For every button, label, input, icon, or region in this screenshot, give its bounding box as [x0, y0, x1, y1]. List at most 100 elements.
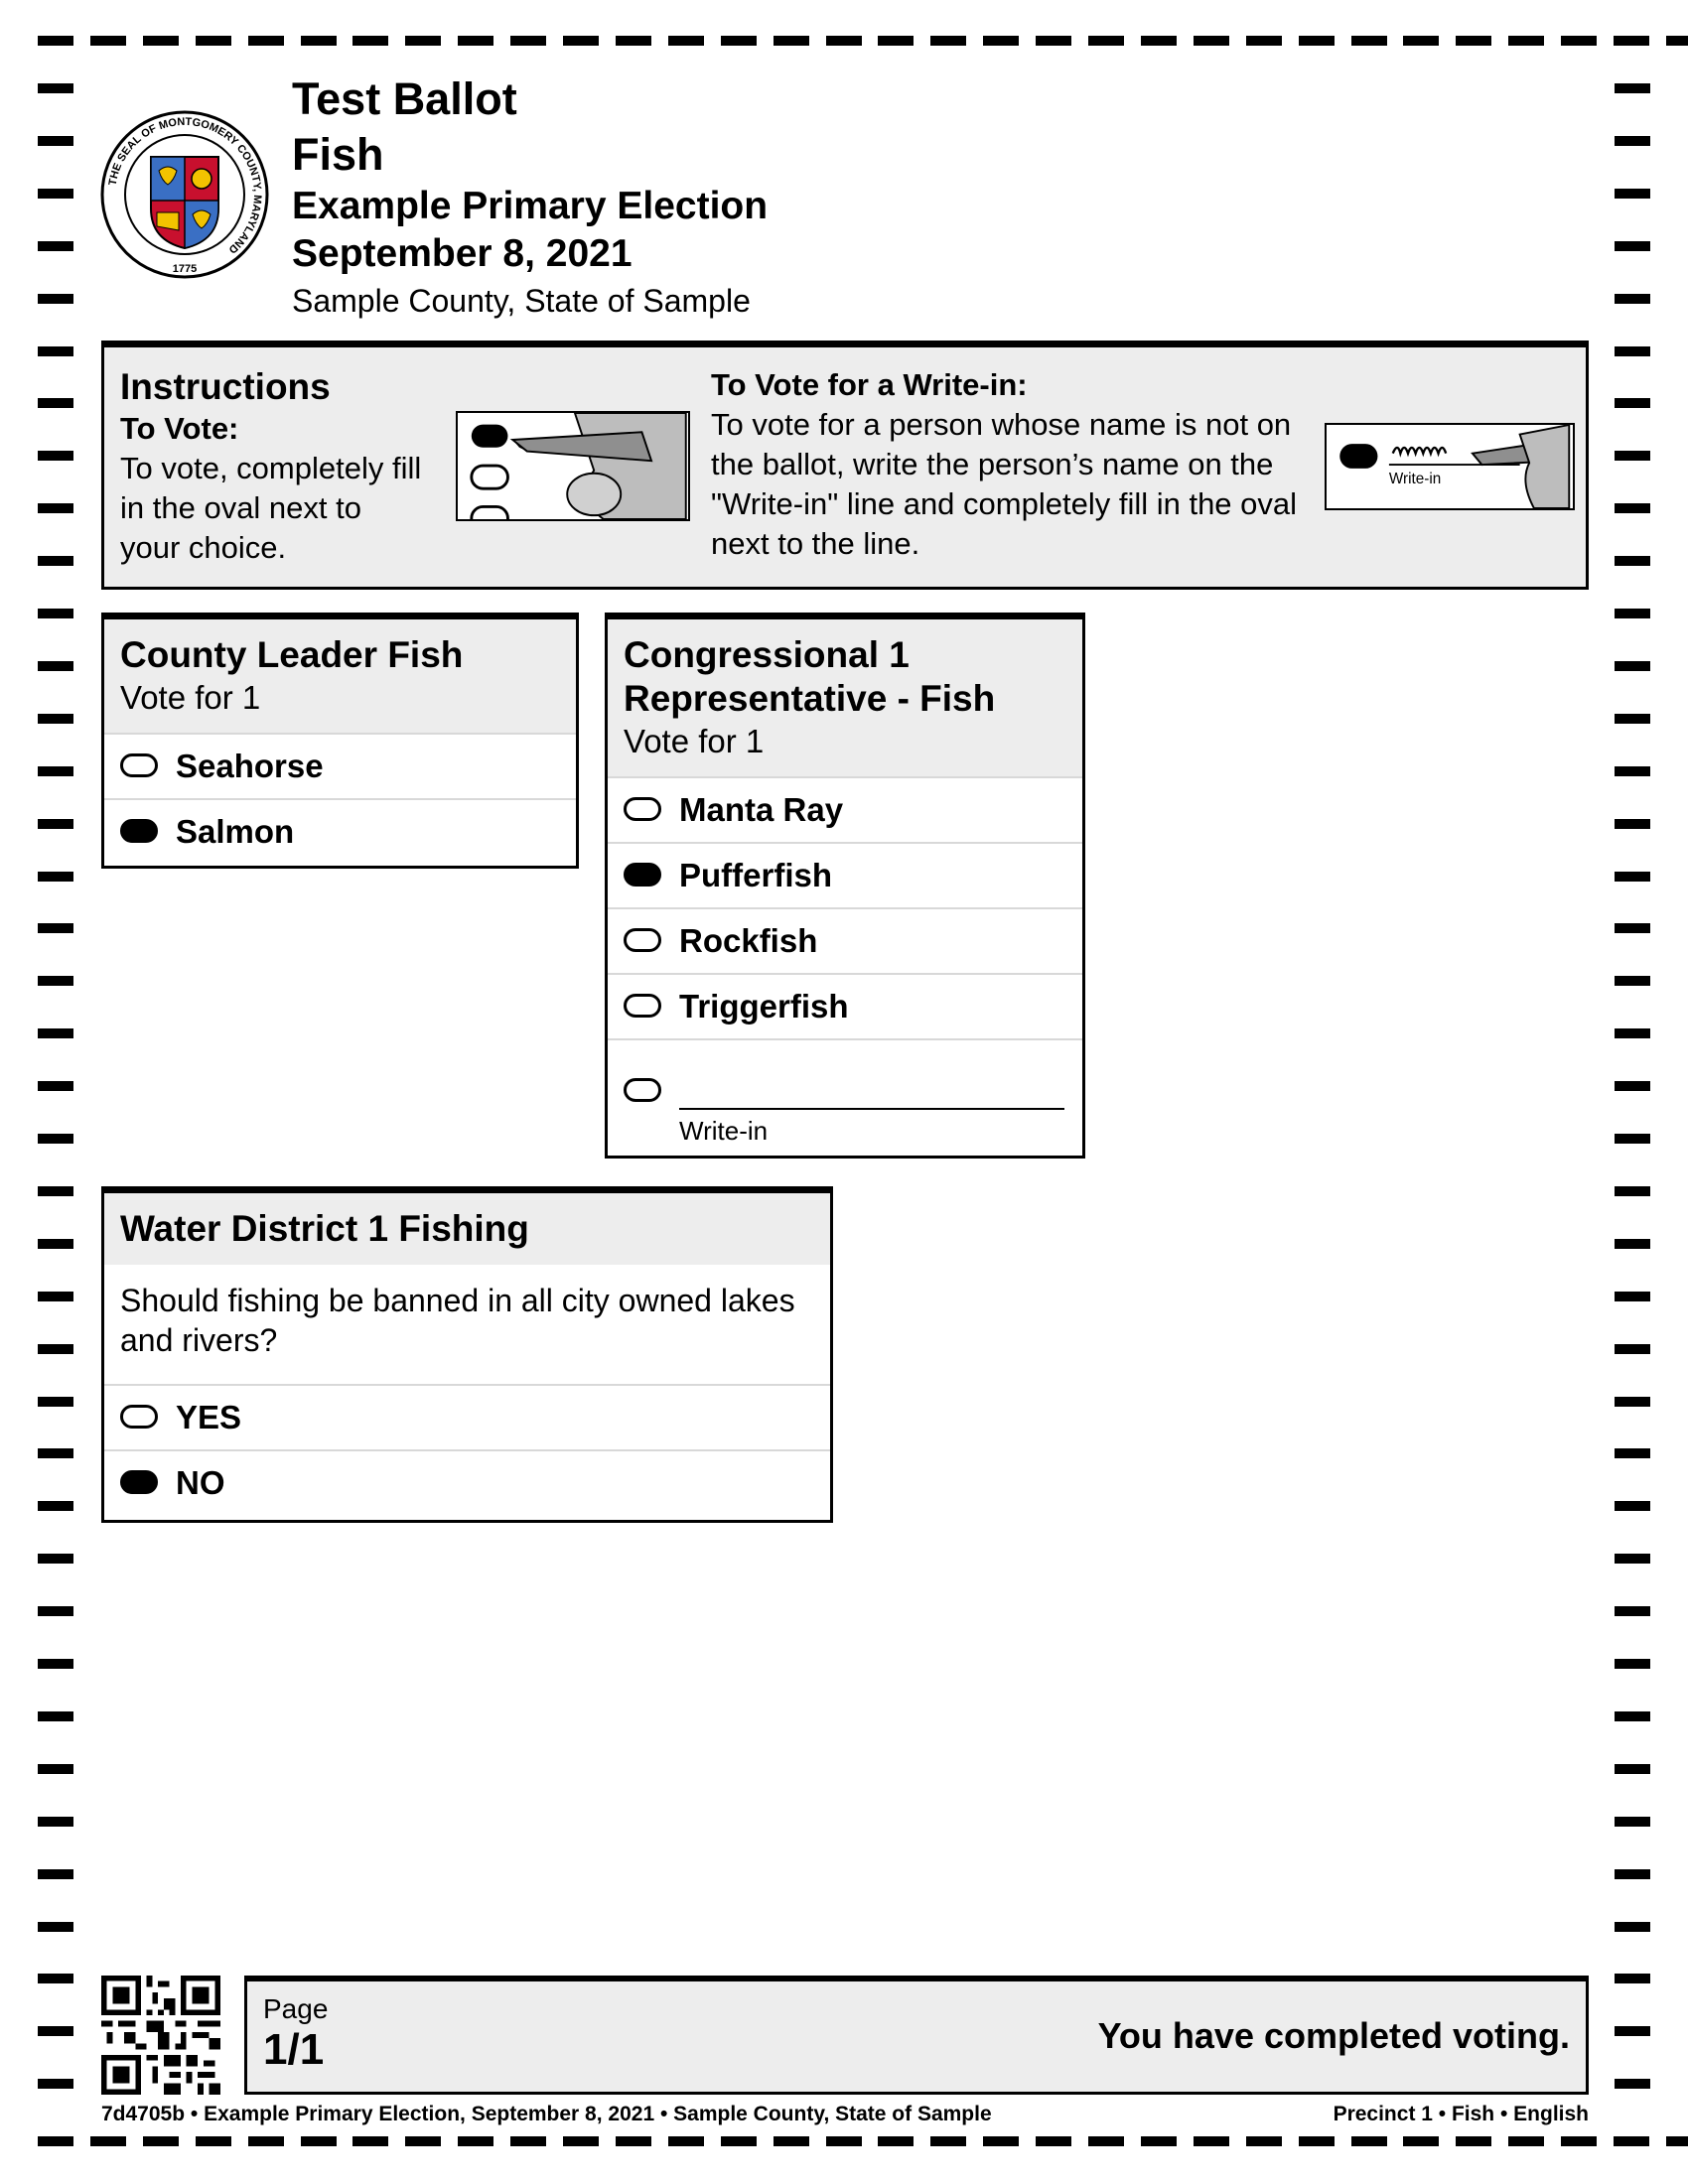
vote-oval[interactable] — [120, 753, 158, 777]
timing-mark — [1508, 2136, 1545, 2146]
timing-mark — [38, 556, 73, 567]
timing-mark — [38, 1868, 73, 1879]
timing-mark — [1036, 2136, 1072, 2146]
timing-mark — [667, 2136, 704, 2146]
write-in-line[interactable] — [679, 1108, 1064, 1110]
timing-mark — [1615, 1238, 1650, 1249]
candidate-option-rockfish[interactable]: Rockfish — [608, 907, 1082, 973]
timing-mark — [38, 609, 73, 618]
jurisdiction: Sample County, State of Sample — [292, 283, 751, 319]
candidate-option-manta-ray[interactable]: Manta Ray — [608, 776, 1082, 842]
option-no[interactable]: NO — [104, 1449, 830, 1515]
write-in-option[interactable]: Write-in — [608, 1038, 1082, 1152]
contest-congressional: Congressional 1 Representative - Fish Vo… — [605, 613, 1085, 1159]
timing-mark — [615, 36, 651, 46]
contest-title: Water District 1 Fishing — [120, 1208, 529, 1249]
page-number: 1/1 — [263, 2025, 325, 2074]
timing-mark — [38, 398, 73, 409]
candidate-option-pufferfish[interactable]: Pufferfish — [608, 842, 1082, 907]
timing-mark — [300, 2136, 337, 2146]
vote-oval[interactable] — [624, 928, 661, 952]
timing-mark — [1245, 2136, 1282, 2146]
timing-mark — [563, 36, 599, 46]
timing-mark — [38, 1816, 73, 1827]
timing-mark — [1614, 2136, 1649, 2146]
timing-mark — [38, 1448, 73, 1459]
vote-oval[interactable] — [624, 994, 661, 1018]
timing-mark — [1245, 36, 1282, 46]
timing-mark — [1615, 1134, 1650, 1144]
timing-mark — [38, 1606, 73, 1617]
ballot-question-text: Should fishing be banned in all city own… — [104, 1265, 830, 1386]
timing-mark — [1615, 398, 1650, 409]
contest-title: Congressional 1 — [624, 634, 910, 675]
vote-oval[interactable] — [624, 797, 661, 821]
timing-mark — [1615, 345, 1650, 356]
timing-mark — [1615, 976, 1650, 987]
timing-mark — [38, 1554, 73, 1565]
timing-mark — [38, 1134, 73, 1144]
timing-mark — [1615, 1868, 1650, 1879]
timing-mark — [1615, 1028, 1650, 1039]
candidate-name: Manta Ray — [679, 791, 844, 828]
contest-water-district: Water District 1 Fishing Should fishing … — [101, 1186, 833, 1523]
timing-mark — [1615, 1710, 1650, 1721]
ballot-party: Fish — [292, 129, 384, 180]
timing-mark — [1615, 713, 1650, 724]
timing-mark — [38, 1238, 73, 1249]
timing-mark — [38, 135, 73, 146]
timing-mark — [1298, 2136, 1335, 2146]
timing-mark — [930, 36, 967, 46]
vote-oval[interactable] — [120, 819, 158, 843]
candidate-option-seahorse[interactable]: Seahorse — [104, 733, 576, 798]
timing-mark — [38, 871, 73, 882]
option-yes[interactable]: YES — [104, 1386, 830, 1449]
timing-mark — [38, 1501, 73, 1512]
timing-mark — [1088, 2136, 1124, 2146]
candidate-option-triggerfish[interactable]: Triggerfish — [608, 973, 1082, 1038]
timing-mark — [930, 2136, 967, 2146]
timing-mark — [38, 2026, 73, 2037]
timing-mark — [1193, 36, 1229, 46]
timing-mark — [352, 2136, 389, 2146]
timing-mark — [1615, 1081, 1650, 1092]
county-seal-logo: THE SEAL OF MONTGOMERY COUNTY, MARYLAND … — [100, 110, 269, 279]
timing-mark — [38, 293, 73, 304]
timing-mark — [773, 36, 809, 46]
vote-oval[interactable] — [624, 863, 661, 887]
timing-mark — [38, 1974, 73, 1984]
timing-mark — [825, 2136, 862, 2146]
vote-oval[interactable] — [120, 1405, 158, 1429]
timing-mark — [38, 765, 73, 776]
timing-mark — [38, 713, 73, 724]
timing-mark — [1561, 2136, 1598, 2146]
ballot-metadata-right: Precinct 1 • Fish • English — [1333, 2103, 1589, 2125]
timing-mark — [38, 976, 73, 987]
contest-county-leader: County Leader Fish Vote for 1 Seahorse S… — [101, 613, 579, 869]
timing-mark — [458, 2136, 494, 2146]
timing-mark — [458, 36, 494, 46]
vote-oval[interactable] — [120, 1470, 158, 1494]
write-in-text: To vote for a person whose name is not o… — [711, 407, 1298, 561]
timing-mark — [1615, 1185, 1650, 1196]
candidate-name: Pufferfish — [679, 857, 833, 893]
timing-mark — [38, 503, 73, 514]
vote-oval[interactable] — [624, 1078, 661, 1102]
timing-mark — [1615, 1974, 1650, 1984]
timing-mark — [1615, 609, 1650, 618]
svg-text:1775: 1775 — [173, 263, 197, 275]
timing-mark — [1615, 1291, 1650, 1301]
timing-mark — [1615, 660, 1650, 671]
timing-mark — [38, 2136, 73, 2146]
election-date: September 8, 2021 — [292, 232, 633, 275]
timing-mark — [1140, 2136, 1177, 2146]
timing-mark — [247, 36, 284, 46]
timing-mark — [983, 36, 1020, 46]
ballot-header: THE SEAL OF MONTGOMERY COUNTY, MARYLAND … — [99, 69, 1589, 328]
timing-mark — [405, 2136, 442, 2146]
timing-mark — [1508, 36, 1545, 46]
candidate-option-salmon[interactable]: Salmon — [104, 798, 576, 864]
timing-mark — [1615, 2026, 1650, 2037]
instructions-heading: Instructions — [120, 366, 331, 407]
candidate-name: Rockfish — [679, 922, 818, 959]
